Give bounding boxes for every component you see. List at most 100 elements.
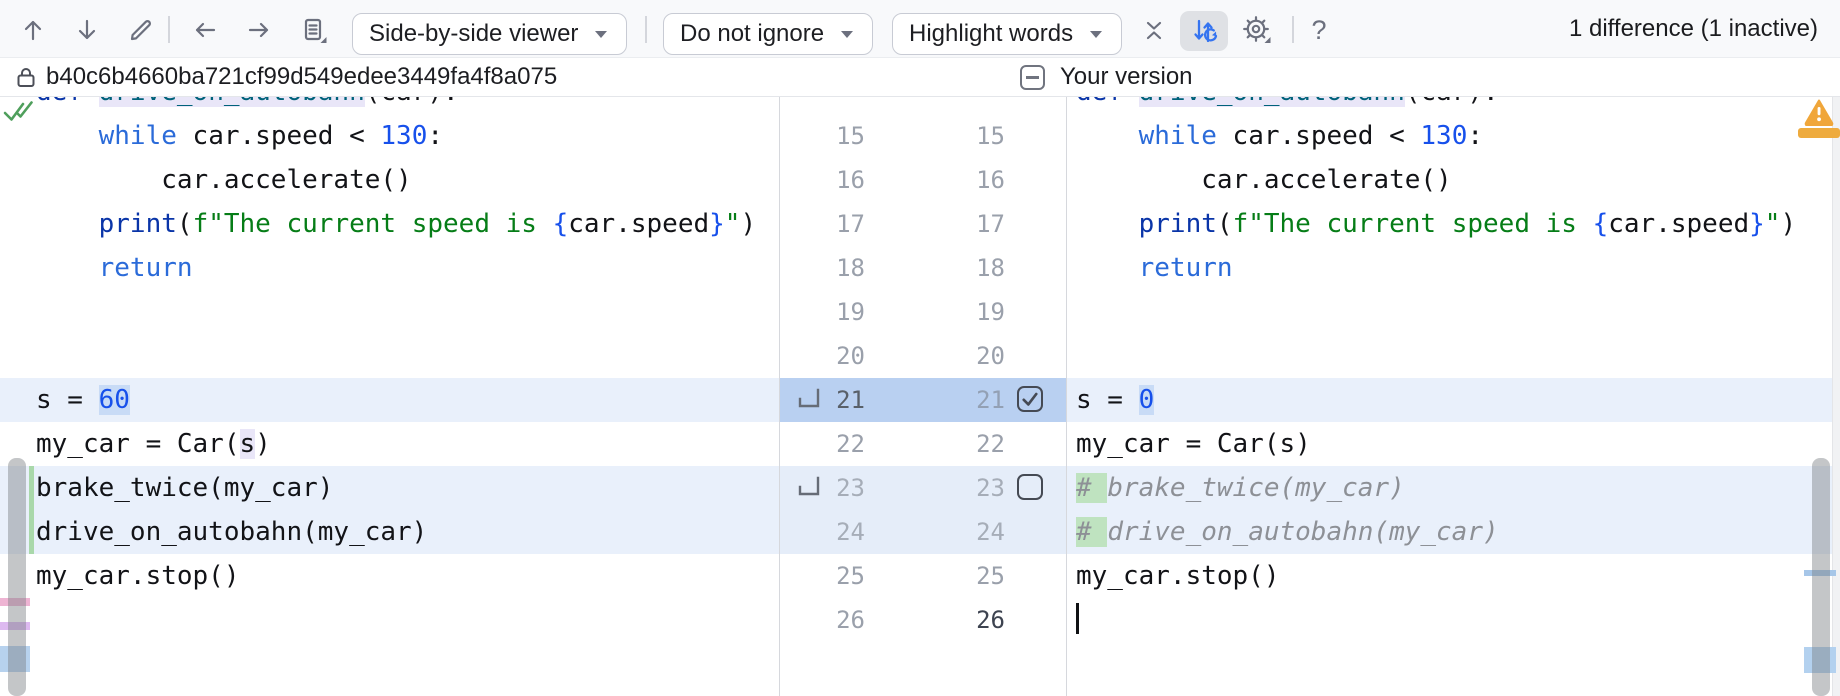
gutter-row-16: 1616 bbox=[780, 158, 1066, 202]
viewer-mode-value: Side-by-side viewer bbox=[369, 20, 578, 48]
right-scrollbar-thumb[interactable] bbox=[1812, 458, 1830, 696]
code-line-right-26[interactable] bbox=[1067, 598, 1832, 642]
code-token: drive_on_autobahn(my_car) bbox=[36, 517, 427, 547]
code-line-left-25[interactable]: my_car.stop() bbox=[0, 554, 779, 598]
line-number-right: 25 bbox=[935, 554, 1005, 598]
code-line-right-25[interactable]: my_car.stop() bbox=[1067, 554, 1832, 598]
code-token: drive_on_autobahn bbox=[1139, 97, 1405, 107]
left-code-pane[interactable]: def drive_on_autobahn(car): while car.sp… bbox=[0, 97, 779, 696]
left-scrollbar-thumb[interactable] bbox=[8, 458, 26, 696]
code-token: } bbox=[1749, 209, 1765, 239]
code-line-right-18[interactable]: return bbox=[1067, 246, 1832, 290]
code-token: return bbox=[1139, 253, 1233, 283]
forward-button[interactable] bbox=[242, 13, 276, 47]
sync-scrolling-button[interactable] bbox=[1180, 11, 1228, 51]
diff-editor: def drive_on_autobahn(car): while car.sp… bbox=[0, 97, 1840, 696]
code-line-left-18[interactable]: return bbox=[0, 246, 779, 290]
code-token: s = bbox=[1076, 385, 1139, 415]
code-token: my_car.stop() bbox=[1076, 561, 1280, 591]
previous-difference-button[interactable] bbox=[16, 13, 50, 47]
code-token: f"The current speed is bbox=[1233, 209, 1593, 239]
code-line-left-21[interactable]: s = 60 bbox=[0, 378, 779, 422]
code-line-right-21[interactable]: s = 0 bbox=[1067, 378, 1832, 422]
line-number-left: 25 bbox=[795, 554, 865, 598]
back-button[interactable] bbox=[188, 13, 222, 47]
line-number-right: 23 bbox=[935, 466, 1005, 510]
no-problems-double-check-icon bbox=[2, 98, 38, 131]
diff-include-checkbox-21[interactable] bbox=[1017, 386, 1043, 412]
code-line-right-17[interactable]: print(f"The current speed is {car.speed}… bbox=[1067, 202, 1832, 246]
help-button[interactable]: ? bbox=[1302, 13, 1336, 47]
warning-icon[interactable] bbox=[1804, 98, 1834, 131]
code-line-left-22[interactable]: my_car = Car(s) bbox=[0, 422, 779, 466]
chevron-down-icon bbox=[1087, 27, 1105, 41]
code-token: ) bbox=[1780, 209, 1796, 239]
line-number-left: 18 bbox=[795, 246, 865, 290]
code-line-left-23[interactable]: brake_twice(my_car) bbox=[0, 466, 779, 510]
arrow-down-icon bbox=[71, 14, 103, 46]
line-number-right: 26 bbox=[935, 598, 1005, 642]
code-token: return bbox=[99, 253, 193, 283]
code-token: car.speed bbox=[568, 209, 709, 239]
arrow-right-icon bbox=[243, 14, 275, 46]
toolbar-separator bbox=[168, 16, 170, 43]
line-number-left: 24 bbox=[795, 510, 865, 554]
code-token: : bbox=[1467, 121, 1483, 151]
code-line-left-14[interactable]: def drive_on_autobahn(car): bbox=[0, 97, 779, 114]
code-token: my_car.stop() bbox=[36, 561, 240, 591]
line-number-right: 16 bbox=[935, 158, 1005, 202]
code-line-right-24[interactable]: # drive_on_autobahn(my_car) bbox=[1067, 510, 1832, 554]
code-token: car.speed < bbox=[177, 121, 381, 151]
gutter-row-22: 2222 bbox=[780, 422, 1066, 466]
code-line-left-15[interactable]: while car.speed < 130: bbox=[0, 114, 779, 158]
line-number-left: 23 bbox=[795, 466, 865, 510]
code-line-right-22[interactable]: my_car = Car(s) bbox=[1067, 422, 1832, 466]
code-token: ) bbox=[255, 429, 271, 459]
code-line-left-24[interactable]: drive_on_autobahn(my_car) bbox=[0, 510, 779, 554]
code-line-right-19[interactable] bbox=[1067, 290, 1832, 334]
code-line-left-26[interactable] bbox=[0, 598, 779, 642]
code-token: 0 bbox=[1139, 385, 1155, 415]
settings-button[interactable] bbox=[1240, 13, 1274, 47]
line-number-left: 20 bbox=[795, 334, 865, 378]
code-token: " bbox=[725, 209, 741, 239]
highlight-mode-dropdown[interactable]: Highlight words bbox=[892, 13, 1122, 55]
line-number-right: 22 bbox=[935, 422, 1005, 466]
viewer-mode-dropdown[interactable]: Side-by-side viewer bbox=[352, 13, 627, 55]
code-line-right-16[interactable]: car.accelerate() bbox=[1067, 158, 1832, 202]
code-line-left-17[interactable]: print(f"The current speed is {car.speed}… bbox=[0, 202, 779, 246]
pencil-icon bbox=[125, 14, 157, 46]
code-token: car.accelerate() bbox=[36, 165, 412, 195]
toolbar-separator bbox=[1292, 16, 1294, 43]
gutter-row-17: 1717 bbox=[780, 202, 1066, 246]
your-version-checkbox[interactable] bbox=[1020, 65, 1045, 90]
code-line-right-14[interactable]: def drive_on_autobahn(car): bbox=[1067, 97, 1832, 114]
compare-contents-button[interactable] bbox=[296, 13, 330, 47]
edit-button[interactable] bbox=[124, 13, 158, 47]
gutter-row-24: 2424 bbox=[780, 510, 1066, 554]
code-line-left-20[interactable] bbox=[0, 334, 779, 378]
right-code-pane[interactable]: def drive_on_autobahn(car): while car.sp… bbox=[1067, 97, 1832, 696]
code-line-right-15[interactable]: while car.speed < 130: bbox=[1067, 114, 1832, 158]
collapse-unchanged-button[interactable] bbox=[1137, 13, 1171, 47]
chevron-down-icon bbox=[592, 27, 610, 41]
code-line-right-23[interactable]: # brake_twice(my_car) bbox=[1067, 466, 1832, 510]
line-number-left: 26 bbox=[795, 598, 865, 642]
gutter-row-14 bbox=[780, 97, 1066, 114]
code-line-left-16[interactable]: car.accelerate() bbox=[0, 158, 779, 202]
left-version-title: b40c6b4660ba721cf99d549edee3449fa4f8a075 bbox=[46, 58, 557, 96]
code-token: { bbox=[1593, 209, 1609, 239]
code-token: 60 bbox=[99, 385, 130, 415]
right-version-title: Your version bbox=[1060, 58, 1193, 96]
next-difference-button[interactable] bbox=[70, 13, 104, 47]
whitespace-policy-dropdown[interactable]: Do not ignore bbox=[663, 13, 873, 55]
line-number-left: 16 bbox=[795, 158, 865, 202]
code-token bbox=[36, 253, 99, 283]
code-line-left-19[interactable] bbox=[0, 290, 779, 334]
diff-viewer-window: Side-by-side viewer Do not ignore Highli… bbox=[0, 0, 1840, 696]
diff-gutter: 1515161617171818191920202121222223232424… bbox=[779, 97, 1067, 696]
lock-icon bbox=[14, 65, 38, 95]
diff-include-checkbox-23[interactable] bbox=[1017, 474, 1043, 500]
code-line-right-20[interactable] bbox=[1067, 334, 1832, 378]
gutter-row-15: 1515 bbox=[780, 114, 1066, 158]
